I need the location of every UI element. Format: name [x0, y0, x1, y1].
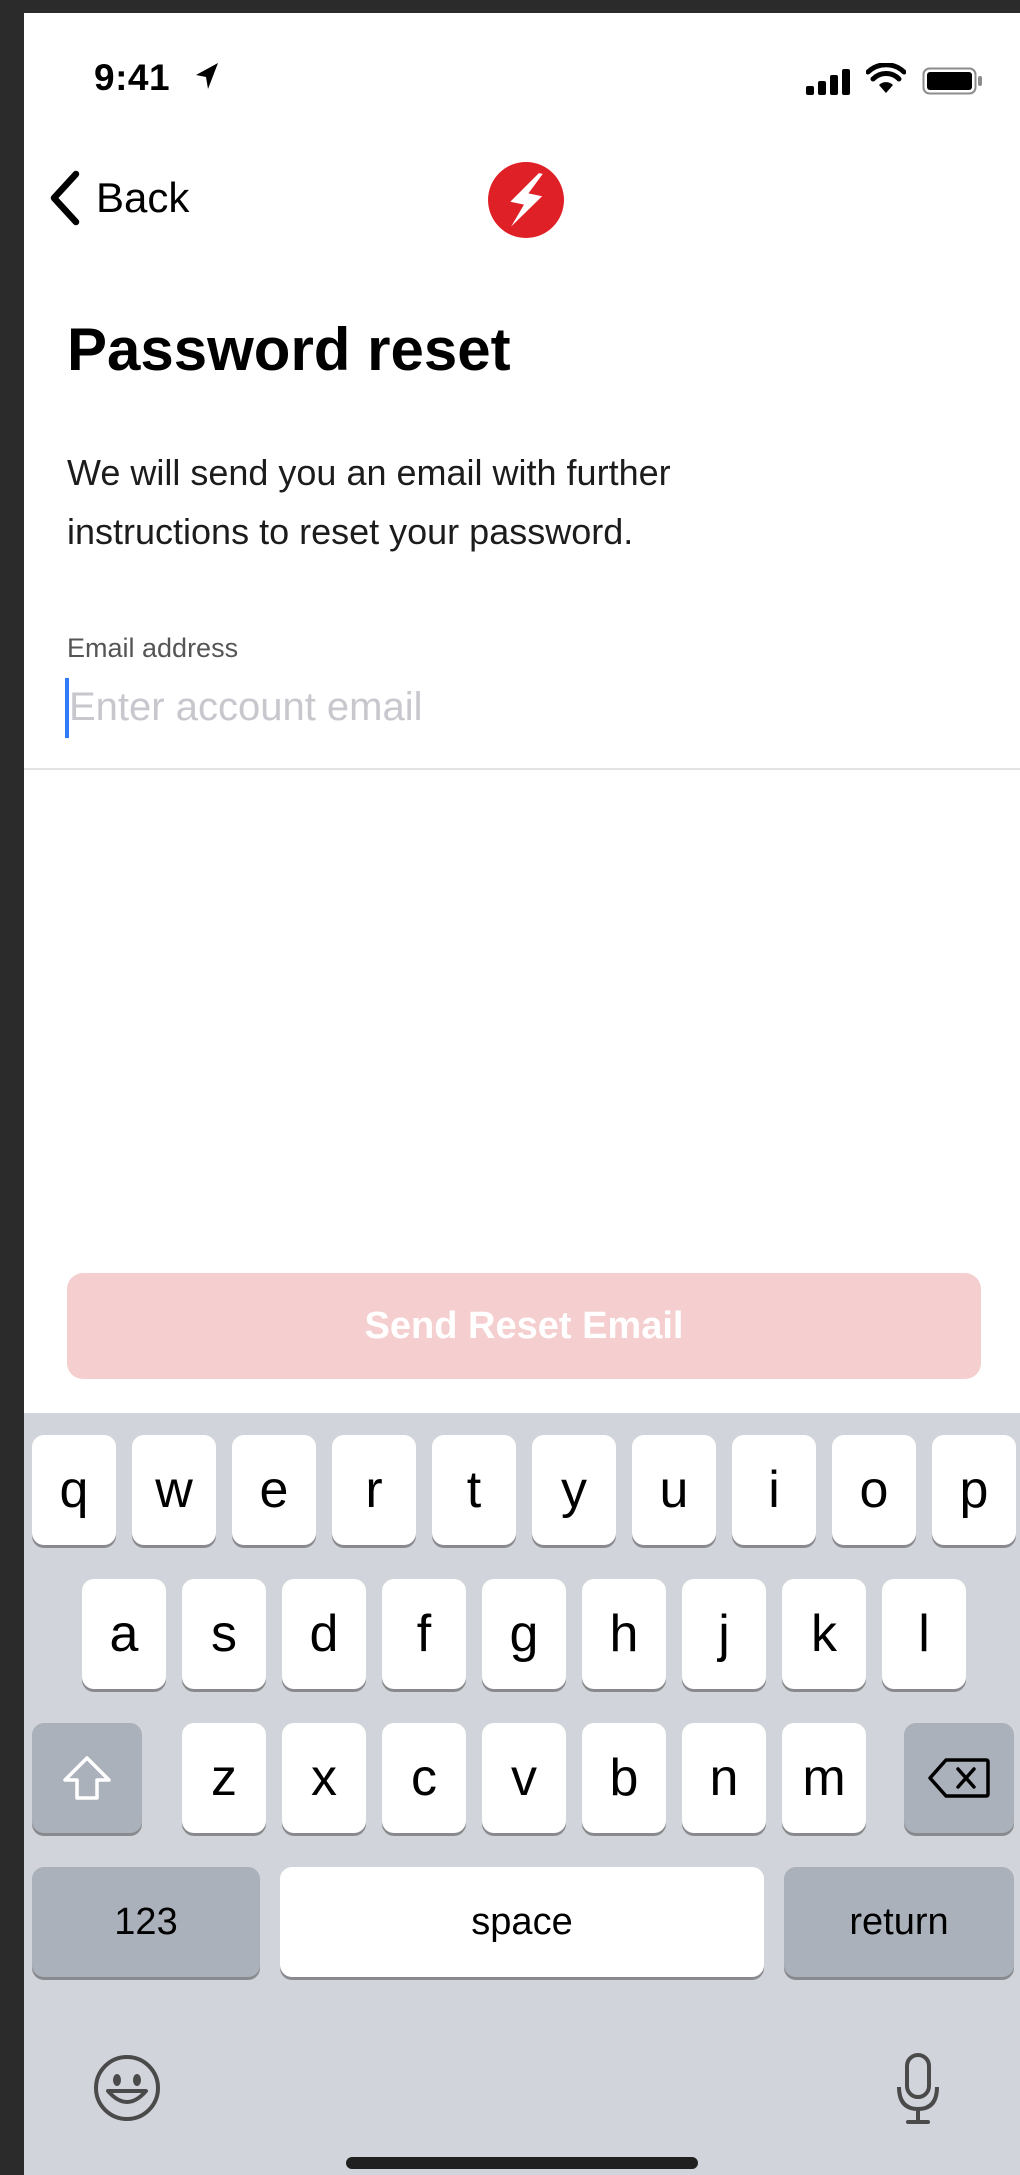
shift-icon [63, 1756, 111, 1800]
key-l[interactable]: l [882, 1579, 966, 1689]
return-key[interactable]: return [784, 1867, 1014, 1977]
app-screen: 9:41 Back Password reset We will send yo… [24, 13, 1020, 2175]
home-indicator [346, 2157, 698, 2169]
space-key[interactable]: space [280, 1867, 764, 1977]
app-logo-icon [488, 162, 564, 238]
key-t[interactable]: t [432, 1435, 516, 1545]
battery-icon [922, 67, 982, 95]
key-e[interactable]: e [232, 1435, 316, 1545]
wifi-icon [866, 63, 906, 93]
cellular-signal-icon [806, 69, 850, 95]
back-label: Back [96, 174, 190, 221]
microphone-icon[interactable] [894, 2051, 942, 2127]
key-m[interactable]: m [782, 1723, 866, 1833]
shift-key[interactable] [32, 1723, 142, 1833]
page-description: We will send you an email with further i… [67, 452, 671, 552]
key-v[interactable]: v [482, 1723, 566, 1833]
key-b[interactable]: b [582, 1723, 666, 1833]
key-u[interactable]: u [632, 1435, 716, 1545]
key-j[interactable]: j [682, 1579, 766, 1689]
location-arrow-icon [196, 63, 218, 89]
email-field[interactable] [65, 675, 969, 739]
text-caret [65, 678, 69, 738]
key-k[interactable]: k [782, 1579, 866, 1689]
key-o[interactable]: o [832, 1435, 916, 1545]
back-button[interactable]: Back [46, 163, 189, 233]
key-f[interactable]: f [382, 1579, 466, 1689]
numbers-key[interactable]: 123 [32, 1867, 260, 1977]
email-field-label: Email address [67, 633, 239, 663]
send-reset-email-button[interactable]: Send Reset Email [67, 1273, 981, 1379]
key-z[interactable]: z [182, 1723, 266, 1833]
key-d[interactable]: d [282, 1579, 366, 1689]
chevron-left-icon [50, 170, 80, 226]
key-s[interactable]: s [182, 1579, 266, 1689]
status-time: 9:41 [94, 57, 171, 98]
ios-keyboard: q w e r t y u i o p a s d f g h j k l z … [24, 1413, 1020, 2175]
delete-icon [928, 1758, 990, 1798]
key-w[interactable]: w [132, 1435, 216, 1545]
key-x[interactable]: x [282, 1723, 366, 1833]
key-q[interactable]: q [32, 1435, 116, 1545]
key-h[interactable]: h [582, 1579, 666, 1689]
key-y[interactable]: y [532, 1435, 616, 1545]
key-i[interactable]: i [732, 1435, 816, 1545]
emoji-icon[interactable] [92, 2053, 162, 2123]
key-a[interactable]: a [82, 1579, 166, 1689]
page-title: Password reset [67, 316, 511, 383]
delete-key[interactable] [904, 1723, 1014, 1833]
key-g[interactable]: g [482, 1579, 566, 1689]
field-divider [24, 768, 1020, 770]
key-c[interactable]: c [382, 1723, 466, 1833]
key-n[interactable]: n [682, 1723, 766, 1833]
key-p[interactable]: p [932, 1435, 1016, 1545]
key-r[interactable]: r [332, 1435, 416, 1545]
